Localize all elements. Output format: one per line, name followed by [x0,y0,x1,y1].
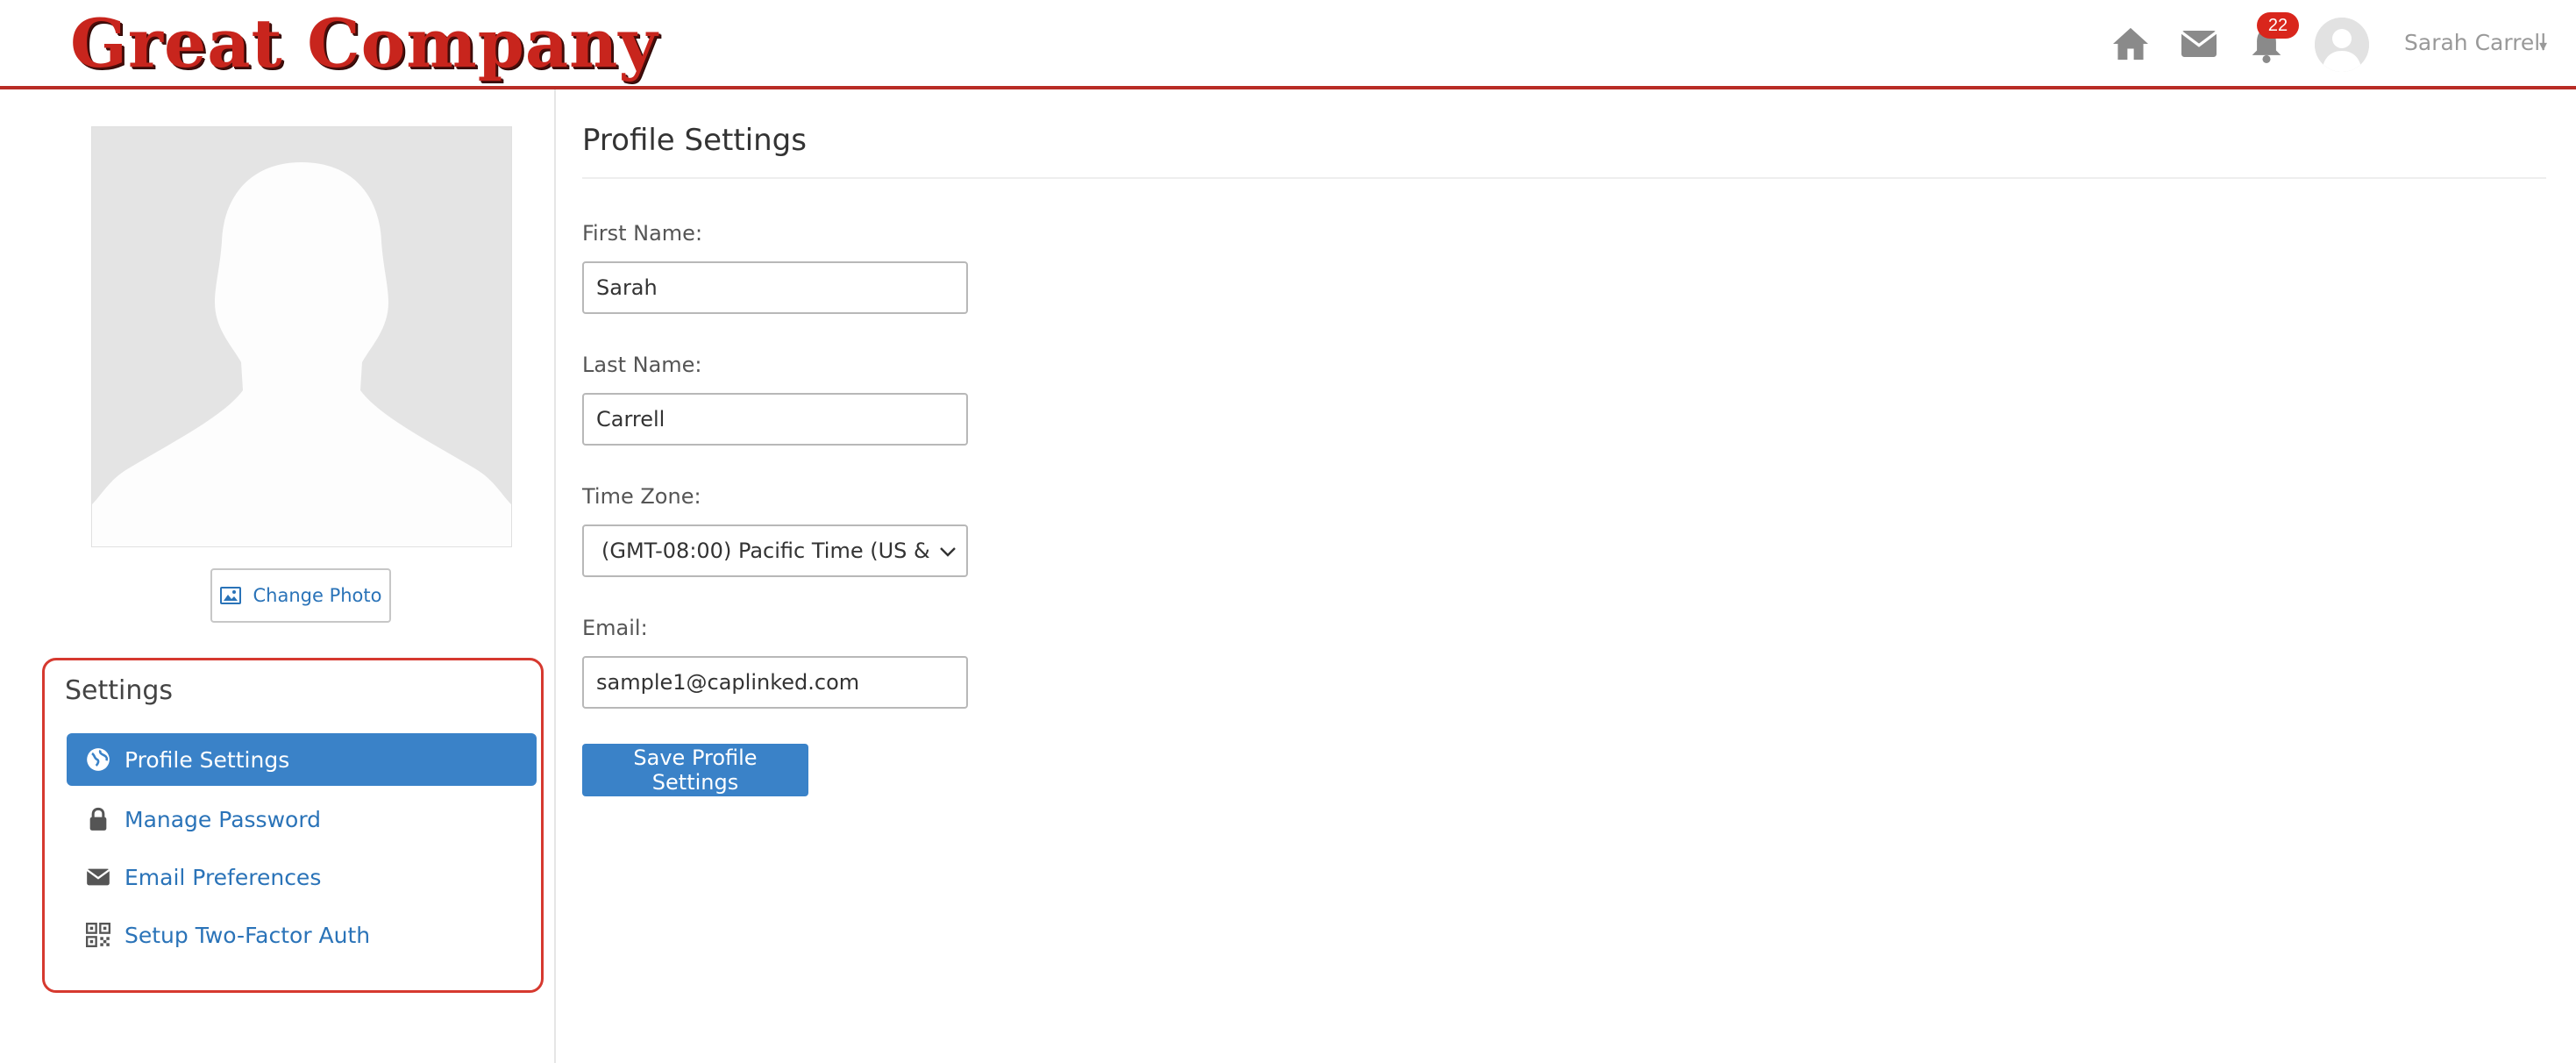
notification-badge[interactable]: 22 [2257,12,2299,39]
home-icon[interactable] [2111,26,2150,61]
sidebar-item-label: Setup Two-Factor Auth [125,922,371,948]
last-name-label: Last Name: [582,353,702,377]
sidebar-item-email-preferences[interactable]: Email Preferences [67,851,537,903]
image-icon [219,587,241,604]
sidebar-item-profile-settings[interactable]: Profile Settings [67,733,537,786]
chevron-down-icon [938,542,957,561]
last-name-field[interactable] [582,393,968,446]
title-divider [582,177,2546,179]
envelope-icon [86,865,110,889]
time-zone-select[interactable]: (GMT-08:00) Pacific Time (US & Canada) [582,524,968,577]
sidebar-divider [554,89,556,1063]
profile-photo-placeholder [91,126,512,547]
user-menu-name[interactable]: Sarah Carrell [2404,30,2546,55]
sidebar-item-label: Email Preferences [125,864,322,890]
first-name-field[interactable] [582,261,968,314]
email-field[interactable] [582,656,968,709]
sidebar-item-manage-password[interactable]: Manage Password [67,793,537,845]
sidebar-item-two-factor-auth[interactable]: Setup Two-Factor Auth [67,909,537,961]
time-zone-selected-value: (GMT-08:00) Pacific Time (US & Canada) [601,539,935,563]
envelope-icon[interactable] [2181,30,2217,58]
sidebar-item-label: Manage Password [125,806,322,832]
sidebar-item-label: Profile Settings [125,746,290,773]
change-photo-label: Change Photo [253,585,382,606]
globe-icon [86,747,110,772]
settings-title: Settings [65,675,174,706]
save-profile-settings-button[interactable]: Save Profile Settings [582,744,808,796]
lock-icon [86,807,110,831]
email-label: Email: [582,616,648,640]
user-menu-caret-icon[interactable]: ▾ [2539,37,2547,55]
page-title: Profile Settings [582,123,807,158]
time-zone-label: Time Zone: [582,484,701,509]
header-avatar[interactable] [2315,18,2369,72]
first-name-label: First Name: [582,221,703,246]
top-header: Great Company 22 Sarah Carrell ▾ [0,0,2576,89]
change-photo-button[interactable]: Change Photo [210,568,391,623]
company-logo[interactable]: Great Company [70,2,658,86]
qr-code-icon [86,923,110,947]
